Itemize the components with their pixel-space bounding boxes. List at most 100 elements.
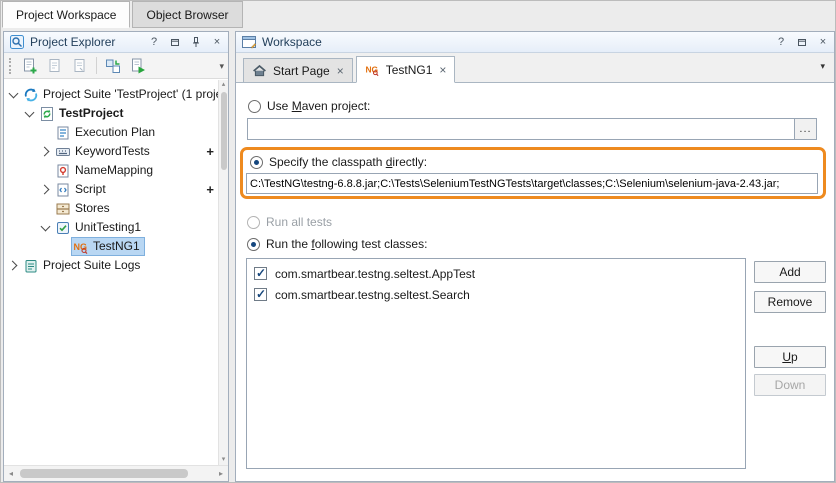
chevron-right-icon[interactable] <box>40 146 51 157</box>
tab-label: TestNG1 <box>386 63 433 77</box>
classpath-field[interactable] <box>246 173 818 194</box>
chevron-down-icon[interactable] <box>40 222 51 233</box>
close-icon[interactable]: × <box>209 35 225 50</box>
logs-icon <box>23 258 39 274</box>
tree-item-label: Project Suite 'TestProject' (1 project) <box>43 85 218 104</box>
remove-button[interactable]: Remove <box>754 291 826 313</box>
horizontal-scroll-thumb[interactable] <box>20 469 188 478</box>
project-explorer-title: Project Explorer <box>30 35 141 49</box>
add-keyword-test-button[interactable]: + <box>206 142 214 161</box>
name-mapping-icon <box>55 163 71 179</box>
radio-label: Use Maven project: <box>267 99 370 113</box>
run-test-classes-radio[interactable]: Run the following test classes: <box>247 236 427 252</box>
help-button[interactable]: ? <box>773 35 789 50</box>
close-icon[interactable]: × <box>815 35 831 50</box>
project-icon <box>39 106 55 122</box>
home-icon <box>252 63 267 78</box>
tree-item-keywordtests[interactable]: KeywordTests + <box>4 142 218 161</box>
item-templates-icon[interactable] <box>69 55 91 77</box>
maven-project-path-input[interactable] <box>248 119 794 139</box>
project-tree: Project Suite 'TestProject' (1 project) … <box>4 80 218 465</box>
vertical-scrollbar[interactable]: ▴ ▾ <box>218 80 228 465</box>
add-existing-item-icon[interactable] <box>44 55 66 77</box>
selected-tree-item[interactable]: NG TestNG1 <box>71 237 145 256</box>
add-script-button[interactable]: + <box>206 180 214 199</box>
add-new-item-icon[interactable] <box>19 55 41 77</box>
scroll-left-icon[interactable]: ◂ <box>4 466 18 481</box>
tab-testng1[interactable]: NG TestNG1 × <box>356 56 456 83</box>
tree-item-label: TestNG1 <box>93 237 140 256</box>
chevron-right-icon[interactable] <box>40 184 51 195</box>
help-button[interactable]: ? <box>146 35 162 50</box>
workspace-header: Workspace ? × <box>236 32 834 53</box>
specify-classpath-radio[interactable]: Specify the classpath directly: <box>250 154 427 170</box>
scroll-down-icon[interactable]: ▾ <box>219 455 228 465</box>
toolbar-more-dropdown-icon[interactable]: ▾ <box>219 61 224 72</box>
close-tab-icon[interactable]: × <box>337 64 344 78</box>
tree-item-namemapping[interactable]: NameMapping <box>4 161 218 180</box>
classpath-input[interactable] <box>247 174 817 193</box>
list-item[interactable]: com.smartbear.testng.seltest.AppTest <box>247 263 745 284</box>
tree-item-project-suite[interactable]: Project Suite 'TestProject' (1 project) <box>4 85 218 104</box>
project-explorer-icon <box>9 34 25 50</box>
radio-icon[interactable] <box>248 100 261 113</box>
tree-item-label: KeywordTests <box>75 142 150 161</box>
tab-project-workspace-label: Project Workspace <box>16 8 116 22</box>
chevron-spacer <box>40 203 51 214</box>
tab-project-workspace[interactable]: Project Workspace <box>2 1 130 28</box>
test-classes-list[interactable]: com.smartbear.testng.seltest.AppTest com… <box>246 258 746 469</box>
tree-item-stores[interactable]: Stores <box>4 199 218 218</box>
radio-icon[interactable] <box>247 238 260 251</box>
tree-item-label: Stores <box>75 199 110 218</box>
testng-icon: NG <box>365 62 380 77</box>
float-window-icon[interactable] <box>794 35 810 50</box>
up-button[interactable]: Up <box>754 346 826 368</box>
tab-list-dropdown-icon[interactable]: ▾ <box>820 61 825 72</box>
tab-object-browser-label: Object Browser <box>146 8 228 22</box>
test-class-label: com.smartbear.testng.seltest.Search <box>275 288 470 302</box>
tree-item-label: TestProject <box>59 104 123 123</box>
browse-button[interactable]: ... <box>794 119 816 139</box>
tree-item-label: Project Suite Logs <box>43 256 140 275</box>
testng-icon: NG <box>73 239 89 255</box>
tree-item-testproject[interactable]: TestProject <box>4 104 218 123</box>
chevron-down-icon[interactable] <box>8 89 19 100</box>
radio-label: Run all tests <box>266 215 332 229</box>
chevron-down-icon[interactable] <box>24 108 35 119</box>
scroll-right-icon[interactable]: ▸ <box>214 466 228 481</box>
use-maven-project-radio[interactable]: Use Maven project: <box>248 98 370 114</box>
scroll-up-icon[interactable]: ▴ <box>219 80 228 90</box>
radio-icon[interactable] <box>250 156 263 169</box>
project-suite-icon <box>23 87 39 103</box>
close-tab-icon[interactable]: × <box>439 63 446 77</box>
tab-object-browser[interactable]: Object Browser <box>132 1 242 28</box>
checkbox-checked-icon[interactable] <box>254 267 267 280</box>
chevron-right-icon[interactable] <box>8 260 19 271</box>
float-window-icon[interactable] <box>167 35 183 50</box>
tree-item-script[interactable]: Script + <box>4 180 218 199</box>
checkbox-checked-icon[interactable] <box>254 288 267 301</box>
horizontal-scrollbar[interactable]: ◂ ▸ <box>4 465 228 481</box>
unit-testing-icon <box>55 220 71 236</box>
radio-label: Specify the classpath directly: <box>269 155 427 169</box>
tree-item-unittesting1[interactable]: UnitTesting1 <box>4 218 218 237</box>
tree-item-execution-plan[interactable]: Execution Plan <box>4 123 218 142</box>
maven-project-path-field[interactable]: ... <box>247 118 817 140</box>
add-button[interactable]: Add <box>754 261 826 283</box>
workspace-icon <box>241 34 257 50</box>
pin-icon[interactable] <box>188 35 204 50</box>
test-class-label: com.smartbear.testng.seltest.AppTest <box>275 267 475 281</box>
organize-tests-icon[interactable] <box>102 55 124 77</box>
execution-plan-icon <box>55 125 71 141</box>
toolbar-grip[interactable] <box>9 58 13 74</box>
document-tab-strip: Start Page × NG TestNG1 × ▾ <box>236 54 834 83</box>
vertical-scroll-thumb[interactable] <box>221 92 227 170</box>
run-project-icon[interactable] <box>127 55 149 77</box>
project-explorer-header: Project Explorer ? × <box>4 32 228 53</box>
tree-item-project-suite-logs[interactable]: Project Suite Logs <box>4 256 218 275</box>
keyword-tests-icon <box>55 144 71 160</box>
tab-start-page[interactable]: Start Page × <box>243 58 353 82</box>
tree-item-testng1[interactable]: NG TestNG1 <box>4 237 218 256</box>
list-item[interactable]: com.smartbear.testng.seltest.Search <box>247 284 745 305</box>
testng-editor: Use Maven project: ... Specify the class… <box>236 83 834 481</box>
